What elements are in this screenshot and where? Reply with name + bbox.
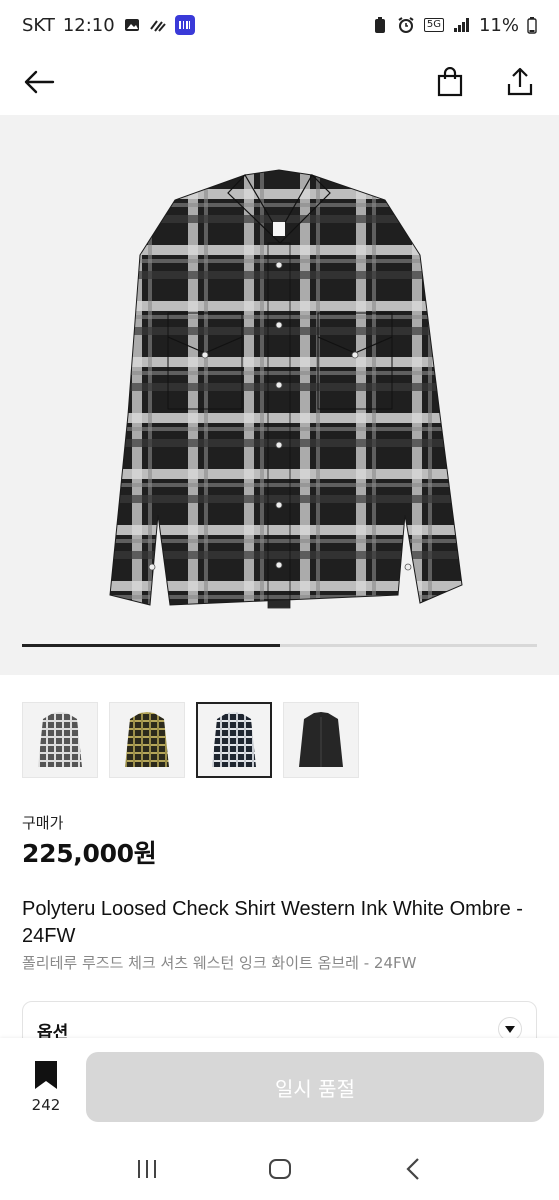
bookmark-button[interactable]: 242 [22, 1060, 70, 1114]
bottom-action-bar: 242 일시 품절 [0, 1038, 559, 1138]
thumb-shirt-olive-icon [125, 712, 169, 767]
battery-saver-icon [371, 16, 389, 34]
status-left: SKT 12:10 [22, 15, 195, 36]
product-title-ko: 폴리테루 루즈드 체크 셔츠 웨스턴 잉크 화이트 옴브레 - 24FW [22, 954, 417, 972]
nav-actions [433, 65, 537, 99]
thumb-shirt-black-icon [299, 712, 343, 767]
price-value: 225,000원 [22, 839, 157, 868]
status-bar: SKT 12:10 5G 11% [0, 0, 559, 50]
price-label: 구매가 [22, 814, 64, 832]
thumbnail-2[interactable] [109, 702, 185, 778]
shopping-bag-icon[interactable] [433, 65, 467, 99]
system-nav-bar [0, 1138, 559, 1200]
battery-icon [527, 16, 537, 34]
thumb-shirt-grey-icon [38, 712, 82, 767]
thumbnail-4[interactable] [283, 702, 359, 778]
carousel-progress-fill [22, 644, 280, 647]
thumbnail-3[interactable] [196, 702, 272, 778]
back-arrow-icon[interactable] [22, 65, 56, 99]
product-title-en: Polyteru Loosed Check Shirt Western Ink … [22, 898, 523, 947]
app-badge-icon [174, 15, 195, 35]
alarm-icon [397, 16, 415, 34]
network-5g-icon: 5G [423, 16, 445, 34]
bookmark-count: 242 [31, 1096, 61, 1114]
image-icon [123, 16, 141, 34]
carousel-progress [22, 644, 537, 647]
clock-label: 12:10 [62, 14, 115, 36]
back-icon[interactable] [396, 1152, 430, 1186]
recent-apps-icon[interactable] [130, 1152, 164, 1186]
battery-percent: 11% [478, 14, 519, 36]
thumb-shirt-ink-icon [212, 712, 256, 767]
carrier-label: SKT [22, 14, 55, 36]
product-image-carousel[interactable] [0, 115, 559, 675]
network-label: 5G [423, 18, 445, 32]
top-nav [0, 50, 559, 114]
signal-wave-icon [149, 16, 167, 34]
signal-bars-icon [453, 16, 471, 34]
thumbnail-list [22, 702, 359, 778]
home-icon[interactable] [263, 1152, 297, 1186]
shirt-image [109, 169, 463, 609]
share-icon[interactable] [503, 65, 537, 99]
soldout-button[interactable]: 일시 품절 [86, 1052, 544, 1122]
thumbnail-1[interactable] [22, 702, 98, 778]
status-right: 5G 11% [371, 15, 537, 36]
bookmark-icon [35, 1061, 57, 1089]
